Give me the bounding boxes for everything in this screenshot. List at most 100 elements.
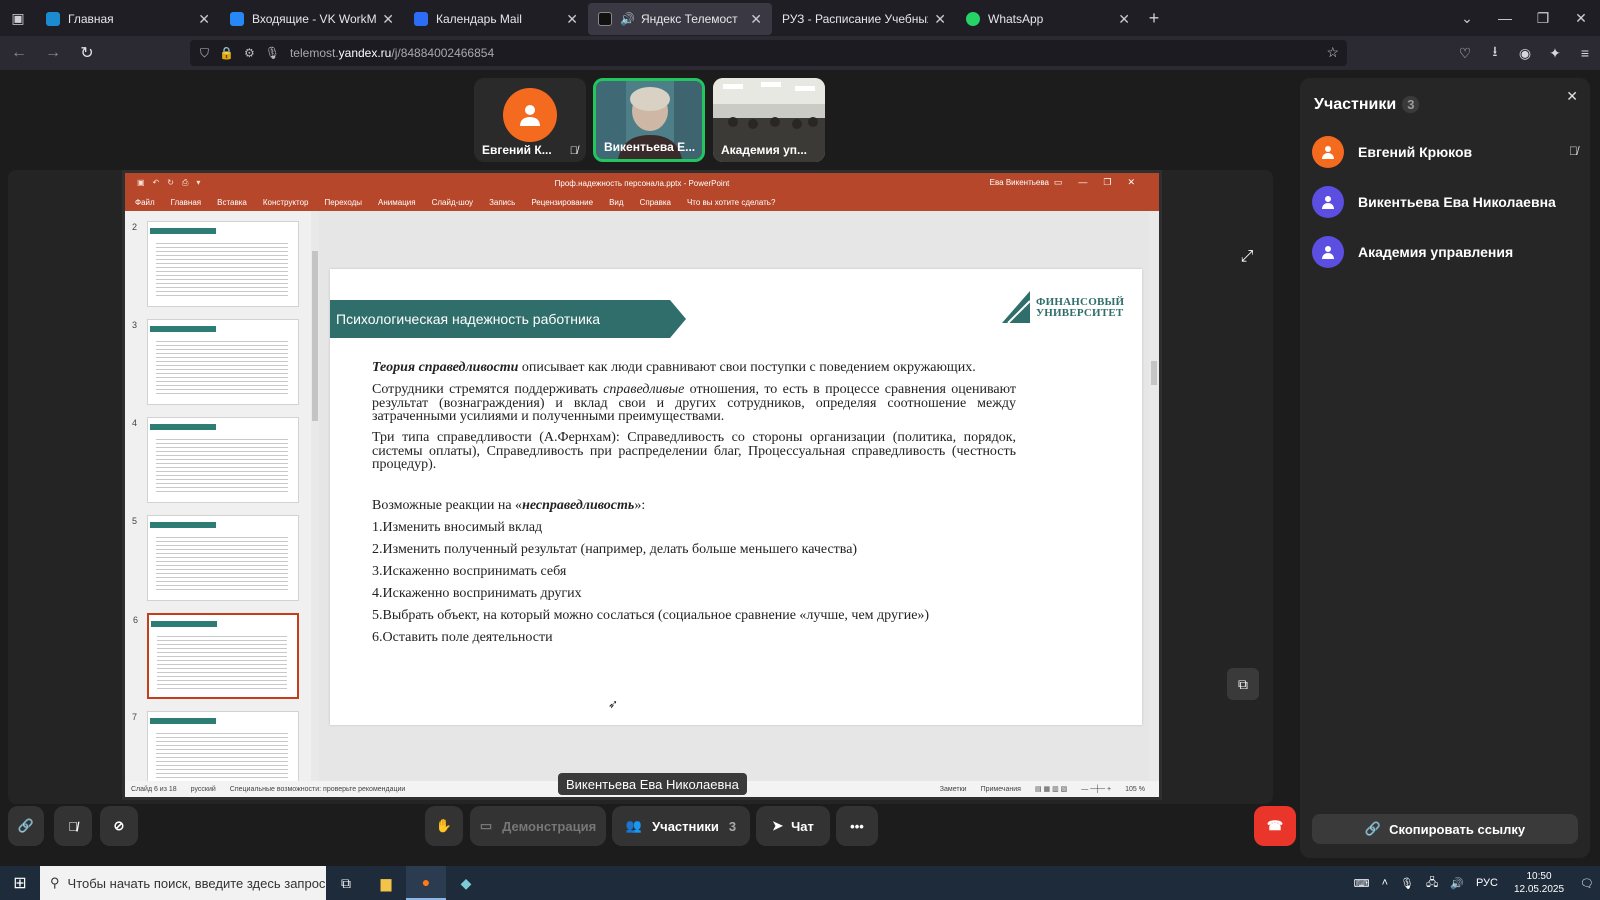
browser-nav-bar: ← → ↻ ⛉ 🔒 ⚙ 🎙 telemost.yandex.ru/j/84884… [0, 36, 1600, 70]
screen-share: ▣↶↻⎙▾ Проф.надежность персонала.pptx - P… [8, 170, 1273, 804]
video-tile-evgeny[interactable]: Евгений К... 🎙̸ [474, 78, 586, 162]
copy-link-button[interactable]: 🔗 Скопировать ссылку [1312, 814, 1578, 844]
participants-panel: Участники 3 ✕ Евгений Крюков 🎙̸ Викентьев… [1300, 78, 1590, 858]
thumb-header [150, 228, 216, 234]
close-icon[interactable]: ✕ [934, 11, 946, 28]
theory-term: Теория справедливости [372, 360, 519, 375]
demonstration-button[interactable]: ▭ Демонстрация [470, 806, 606, 846]
forward-icon[interactable]: → [38, 44, 68, 62]
new-tab-button[interactable]: + [1140, 8, 1168, 29]
camera-off-icon: ⊘ [113, 818, 125, 833]
permissions-icon[interactable]: ⚙ [244, 46, 255, 60]
tab-calendar-mail[interactable]: Календарь Mail ✕ [404, 3, 588, 35]
slide-scrollbar[interactable] [1149, 211, 1159, 781]
video-tile-vikenteva[interactable]: Викентьева Е... [593, 78, 705, 162]
taskbar-search[interactable]: ⚲ Чтобы начать поиск, введите здесь запро… [40, 866, 326, 900]
clock[interactable]: 10:50 12.05.2025 [1514, 870, 1564, 896]
menu-icon[interactable]: ≡ [1570, 45, 1600, 61]
link-button[interactable]: 🔗 [8, 806, 44, 846]
lock-icon[interactable]: 🔒 [219, 46, 234, 60]
tab-vk-workmail[interactable]: Входящие - VK WorkMail ✕ [220, 3, 404, 35]
participant-row[interactable]: Викентьева Ева Николаевна [1312, 182, 1582, 222]
mic-off-icon: 🎙̸ [68, 818, 78, 834]
close-icon[interactable]: ✕ [198, 11, 210, 28]
list-item: 6.Оставить поле деятельности [372, 630, 553, 645]
tab-telemost[interactable]: 🔊 Яндекс Телемост ✕ [588, 3, 772, 35]
restore-icon[interactable]: ❐ [1524, 10, 1562, 27]
tab-title: Входящие - VK WorkMail [252, 12, 377, 26]
scroll-thumb[interactable] [1151, 361, 1157, 385]
task-view-icon[interactable]: ⧉ [326, 866, 366, 900]
thumb-header [151, 621, 217, 627]
more-button[interactable]: ••• [836, 806, 878, 846]
thumb-text-lines [156, 240, 288, 296]
comments-button: Примечания [980, 785, 1021, 793]
account-icon[interactable]: ◉ [1510, 45, 1540, 62]
list-tabs-icon[interactable]: ⌄ [1448, 10, 1486, 27]
network-icon[interactable]: 🖧 [1426, 874, 1438, 893]
participant-row[interactable]: Евгений Крюков 🎙̸ [1312, 132, 1582, 172]
participants-count: 3 [728, 818, 737, 834]
logo-text: ФИНАНСОВЫЙ УНИВЕРСИТЕТ [1036, 297, 1124, 319]
powerpoint-window: ▣↶↻⎙▾ Проф.надежность персонала.pptx - P… [122, 170, 1162, 800]
participants-button[interactable]: 👥 Участники 3 [612, 806, 750, 846]
tab-glavnaya[interactable]: Главная ✕ [36, 3, 220, 35]
url-bar[interactable]: ⛉ 🔒 ⚙ 🎙 telemost.yandex.ru/j/84884002466… [190, 40, 1347, 66]
shield-icon[interactable]: ⛉ [200, 46, 209, 61]
thumb-scrollbar[interactable] [311, 211, 319, 781]
mute-mic-button[interactable]: 🎙̸ [54, 806, 92, 846]
url-domain: yandex.ru [338, 46, 392, 60]
raise-hand-button[interactable]: ✋ [425, 806, 463, 846]
slide-thumbnail: 5 [132, 515, 299, 601]
video-tile-academy[interactable]: Академия уп... [713, 78, 825, 162]
close-icon[interactable]: ✕ [1566, 88, 1578, 105]
language-indicator[interactable]: РУС [1476, 877, 1498, 889]
list-item: 2.Изменить полученный результат (наприме… [372, 542, 858, 557]
send-icon: ➤ [772, 818, 784, 833]
bookmark-star-icon[interactable]: ☆ [1326, 44, 1339, 61]
picture-in-picture-icon[interactable]: ⧉ [1227, 668, 1259, 700]
tab-overview-icon[interactable]: ▣ [0, 0, 36, 36]
camera-off-button[interactable]: ⊘ [100, 806, 138, 846]
minimize-icon[interactable]: — [1486, 10, 1524, 26]
slide-thumbnail: 7 [132, 711, 299, 781]
keyboard-icon[interactable]: ⌨ [1354, 877, 1370, 890]
microphone-icon[interactable]: 🎙 [265, 46, 280, 60]
hang-up-button[interactable]: ☎ [1254, 806, 1296, 846]
thumb-number: 2 [132, 222, 138, 232]
thumb-header [150, 522, 216, 528]
close-icon[interactable]: ✕ [1118, 11, 1130, 28]
microphone-icon[interactable]: 🎙 [1400, 877, 1414, 890]
mouse-cursor-icon: ➶ [608, 697, 619, 711]
link-icon: 🔗 [17, 818, 35, 833]
thumb-text-lines [157, 633, 287, 689]
browser-tab-bar: ▣ Главная ✕ Входящие - VK WorkMail ✕ Кал… [0, 0, 1600, 36]
pocket-icon[interactable]: ♡ [1450, 45, 1480, 62]
extensions-icon[interactable]: ✦ [1540, 45, 1570, 62]
slide-counter: Слайд 6 из 18 [131, 785, 177, 793]
close-icon[interactable]: ✕ [382, 11, 394, 28]
url-host: telemost. [289, 46, 339, 60]
participant-row[interactable]: Академия управления [1312, 232, 1582, 272]
firefox-icon[interactable]: ● [406, 866, 446, 900]
file-explorer-icon[interactable]: ▆ [366, 866, 406, 900]
windows-start-icon[interactable]: ⊞ [0, 873, 40, 893]
tab-ruz[interactable]: РУЗ - Расписание Учебных Заняти ✕ [772, 3, 956, 35]
close-icon[interactable]: ✕ [566, 11, 578, 28]
volume-icon[interactable]: 🔊 [1450, 877, 1464, 890]
scroll-thumb[interactable] [312, 251, 318, 421]
app-icon[interactable]: ◆ [446, 866, 486, 900]
window-close-icon[interactable]: ✕ [1562, 10, 1600, 27]
chat-button[interactable]: ➤ Чат [756, 806, 830, 846]
close-icon[interactable]: ✕ [750, 11, 762, 28]
tab-whatsapp[interactable]: WhatsApp ✕ [956, 3, 1140, 35]
reload-icon[interactable]: ↻ [72, 43, 102, 63]
screen-share-icon: ▭ [479, 818, 493, 833]
downloads-icon[interactable]: ⭳ [1480, 41, 1510, 65]
fullscreen-expand-icon[interactable]: ⤢ [1233, 248, 1261, 276]
tray-up-icon[interactable]: ˄ [1382, 877, 1388, 889]
participant-name: Академия управления [1358, 244, 1514, 260]
notifications-icon[interactable]: 🗨 [1580, 877, 1594, 890]
panel-title: Участники 3 [1314, 96, 1420, 114]
back-icon[interactable]: ← [4, 44, 34, 62]
